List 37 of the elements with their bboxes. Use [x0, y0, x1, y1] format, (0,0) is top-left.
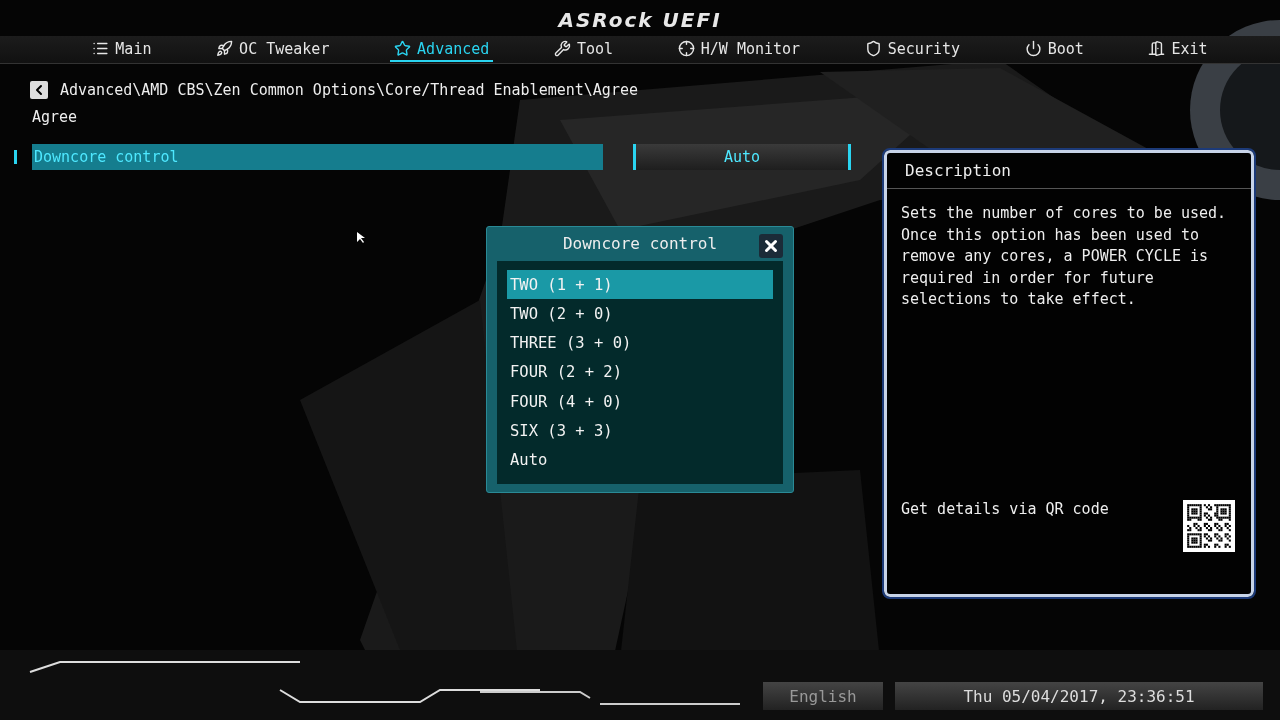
language-button[interactable]: English: [763, 682, 883, 710]
door-icon: [1148, 40, 1166, 57]
nav-tab[interactable]: Main: [88, 37, 156, 62]
datetime: Thu 05/04/2017, 23:36:51: [895, 682, 1263, 710]
wrench-icon: [554, 40, 571, 57]
shield-icon: [864, 40, 882, 57]
cursor-icon: [357, 232, 365, 244]
close-button[interactable]: [759, 234, 783, 258]
setting-value[interactable]: Auto: [633, 144, 851, 170]
option-item[interactable]: THREE (3 + 0): [507, 328, 773, 358]
popup-title: Downcore control: [562, 234, 718, 254]
nav-tab[interactable]: OC Tweaker: [212, 37, 334, 62]
option-item[interactable]: FOUR (2 + 2): [507, 357, 773, 388]
description-title: Description: [905, 161, 1011, 180]
close-icon: [762, 237, 780, 255]
nav-tab[interactable]: Advanced: [390, 37, 494, 62]
option-item[interactable]: TWO (2 + 0): [507, 299, 773, 329]
nav-tab[interactable]: Security: [860, 37, 964, 62]
breadcrumb: Advanced\AMD CBS\Zen Common Options\Core/Thread Enablement\Agree: [60, 81, 638, 99]
power-icon: [1024, 40, 1042, 57]
list-icon: [92, 40, 110, 57]
back-button[interactable]: [30, 81, 48, 99]
nav-tab[interactable]: Exit: [1144, 37, 1212, 62]
nav-tab[interactable]: Tool: [550, 37, 618, 62]
rocket-icon: [216, 40, 234, 57]
qr-code: [1183, 500, 1235, 552]
nav-tab[interactable]: Boot: [1020, 37, 1088, 62]
logo: ASRock UEFI: [558, 7, 722, 34]
page-title: Agree: [31, 107, 79, 128]
crosshair-icon: [677, 40, 695, 57]
qr-label: Get details via QR code: [901, 500, 1109, 518]
star-icon: [394, 40, 412, 57]
description-text: Sets the number of cores to be used. Once this option has been used to remove any cores, a POWER CYCLE is required in order for future selections to take effect.: [900, 203, 1228, 310]
option-item[interactable]: Auto: [507, 445, 773, 475]
nav-tab[interactable]: H/W Monitor: [673, 37, 805, 62]
option-item[interactable]: FOUR (4 + 0): [507, 387, 773, 417]
option-item[interactable]: SIX (3 + 3): [507, 416, 773, 446]
